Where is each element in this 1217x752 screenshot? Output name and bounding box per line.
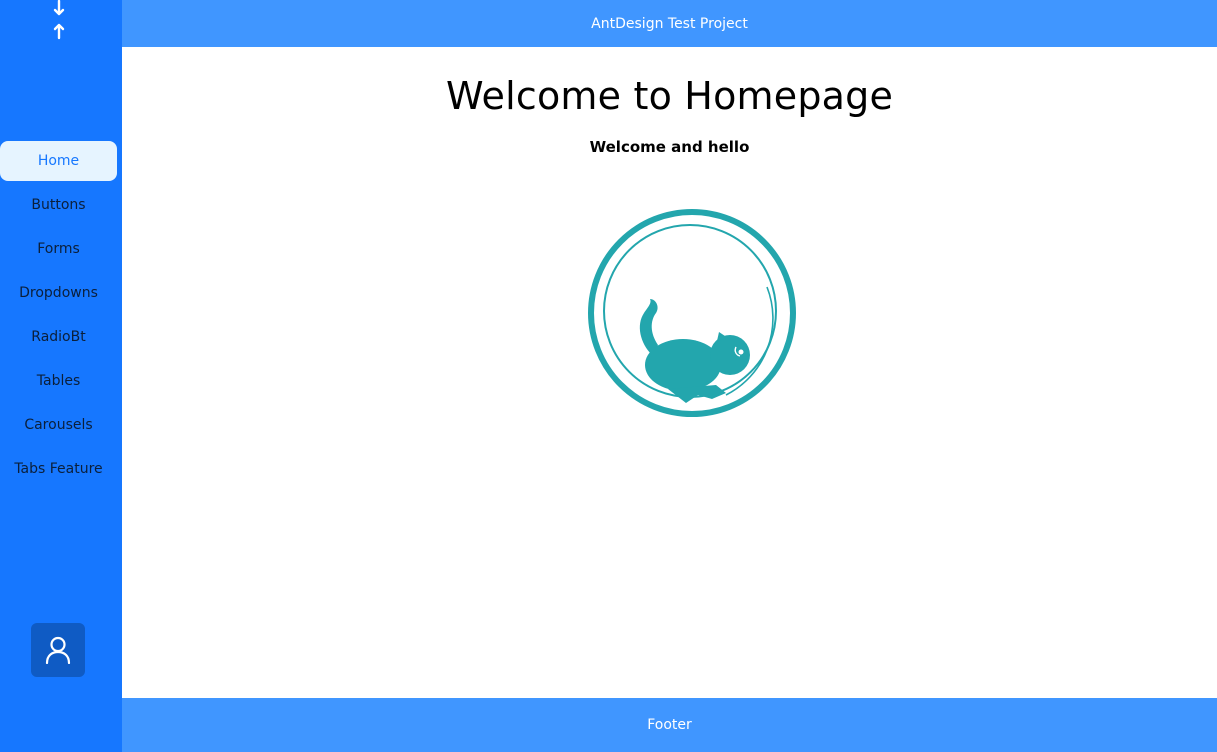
header-title: AntDesign Test Project bbox=[591, 15, 748, 32]
sidebar-item-label: Buttons bbox=[31, 197, 86, 213]
sidebar-item-dropdowns[interactable]: Dropdowns bbox=[0, 273, 117, 313]
sidebar-item-tables[interactable]: Tables bbox=[0, 361, 117, 401]
sidebar-item-label: Carousels bbox=[24, 417, 93, 433]
sidebar-collapse-toggle[interactable] bbox=[46, 0, 72, 42]
sidebar-item-tabs-feature[interactable]: Tabs Feature bbox=[0, 449, 117, 489]
sidebar-item-label: Dropdowns bbox=[19, 285, 98, 301]
page-title: Welcome to Homepage bbox=[445, 74, 894, 118]
cat-in-wheel-logo bbox=[588, 209, 796, 417]
sidebar: Home Buttons Forms Dropdowns RadioBt Tab… bbox=[0, 0, 122, 752]
sidebar-item-label: Tables bbox=[36, 373, 81, 389]
sidebar-menu: Home Buttons Forms Dropdowns RadioBt Tab… bbox=[0, 141, 122, 493]
app-root: Home Buttons Forms Dropdowns RadioBt Tab… bbox=[0, 0, 1217, 752]
sidebar-item-label: RadioBt bbox=[31, 329, 86, 345]
sidebar-item-label: Home bbox=[37, 153, 80, 169]
sort-arrows-icon bbox=[53, 0, 65, 40]
sidebar-item-home[interactable]: Home bbox=[0, 141, 117, 181]
sidebar-item-carousels[interactable]: Carousels bbox=[0, 405, 117, 445]
user-icon bbox=[45, 636, 71, 664]
sidebar-item-radiobt[interactable]: RadioBt bbox=[0, 317, 117, 357]
page-subtitle: Welcome and hello bbox=[589, 138, 750, 156]
main-content: Welcome to Homepage Welcome and hello bbox=[122, 47, 1217, 698]
top-header: AntDesign Test Project bbox=[122, 0, 1217, 47]
sidebar-item-label: Tabs Feature bbox=[14, 461, 103, 477]
user-profile-button[interactable] bbox=[31, 623, 85, 677]
sidebar-item-forms[interactable]: Forms bbox=[0, 229, 117, 269]
sidebar-item-buttons[interactable]: Buttons bbox=[0, 185, 117, 225]
page-footer: Footer bbox=[122, 698, 1217, 752]
footer-text: Footer bbox=[647, 717, 692, 733]
sidebar-item-label: Forms bbox=[37, 241, 80, 257]
